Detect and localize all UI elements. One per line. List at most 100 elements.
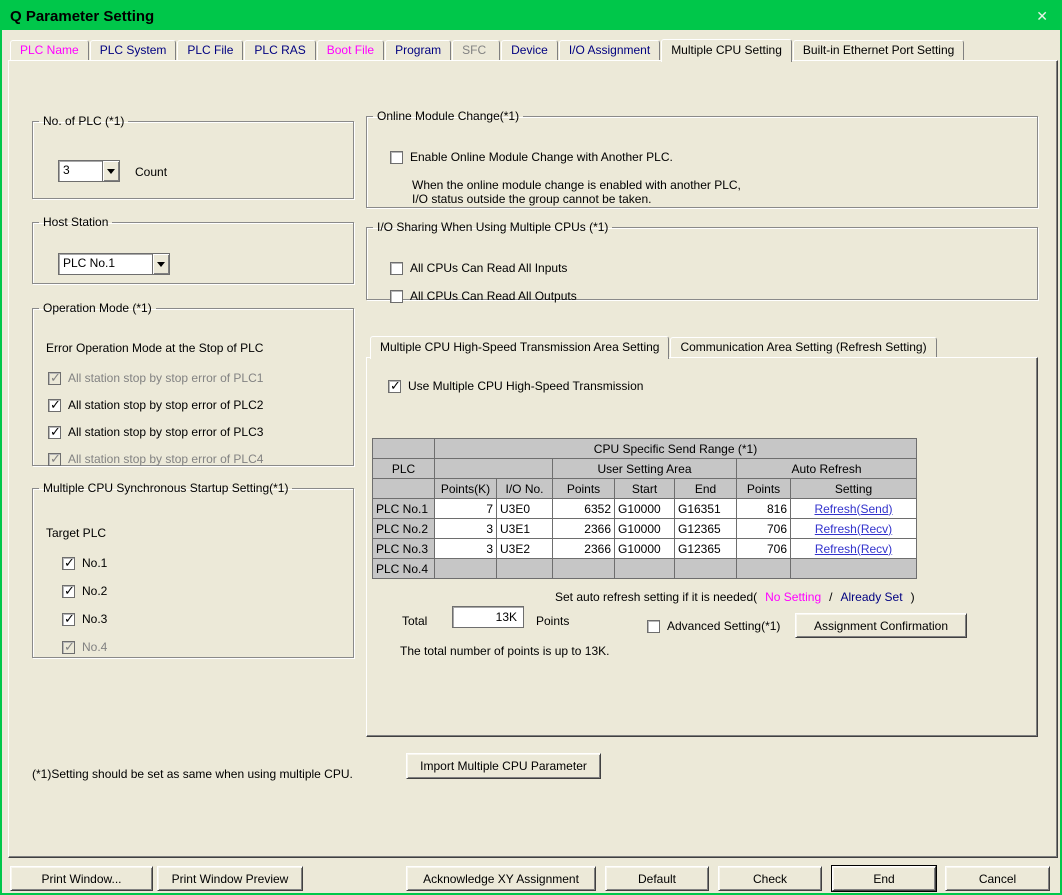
cancel-button[interactable]: Cancel (945, 866, 1050, 891)
total-points-field: 13K (452, 606, 524, 628)
tab-plc-ras[interactable]: PLC RAS (244, 40, 315, 60)
points-k-header: Points(K) (435, 479, 497, 499)
start-cell: G10000 (615, 499, 675, 519)
refresh-points-cell: 706 (737, 539, 791, 559)
assignment-confirmation-button[interactable]: Assignment Confirmation (795, 613, 967, 638)
group-operation-mode-legend: Operation Mode (*1) (39, 301, 156, 315)
table-header-row: PLC User Setting Area Auto Refresh (373, 459, 917, 479)
group-operation-mode: Operation Mode (*1) Error Operation Mode… (32, 301, 354, 466)
tab-sfc[interactable]: SFC (452, 40, 500, 60)
count-label: Count (135, 165, 167, 179)
tab-program[interactable]: Program (385, 40, 451, 60)
dropdown-arrow-icon (102, 161, 119, 181)
title-bar: Q Parameter Setting ✕ (2, 2, 1060, 30)
checkbox-label: All station stop by stop error of PLC4 (68, 452, 263, 466)
print-window-button[interactable]: Print Window... (10, 866, 153, 891)
table-row-plc1: PLC No.1 7 U3E0 6352 G10000 G16351 816 R… (373, 499, 917, 519)
table-header-row: CPU Specific Send Range (*1) (373, 439, 917, 459)
end-cell: G12365 (675, 519, 737, 539)
setting-header: Setting (791, 479, 917, 499)
checkbox-read-all-outputs[interactable]: All CPUs Can Read All Outputs (390, 289, 577, 303)
already-set-label: Already Set (841, 590, 903, 604)
setting-cell (791, 559, 917, 579)
tab-communication-area-setting[interactable]: Communication Area Setting (Refresh Sett… (670, 337, 936, 357)
table-row-plc3: PLC No.3 3 U3E2 2366 G10000 G12365 706 R… (373, 539, 917, 559)
end-button[interactable]: End (832, 866, 936, 891)
auto-refresh-note-pre: Set auto refresh setting if it is needed… (555, 590, 757, 604)
host-station-select[interactable]: PLC No.1 (58, 253, 170, 275)
io-no-header: I/O No. (497, 479, 553, 499)
checkbox-target-plc-no1[interactable]: No.1 (62, 556, 107, 570)
checkbox-stop-error-plc2[interactable]: All station stop by stop error of PLC2 (48, 398, 263, 412)
auto-refresh-note: Set auto refresh setting if it is needed… (555, 590, 915, 604)
group-sync-startup: Multiple CPU Synchronous Startup Setting… (32, 481, 354, 658)
checkbox-enable-online-module-change[interactable]: Enable Online Module Change with Another… (390, 150, 673, 164)
checkbox-box (647, 620, 660, 633)
io-no-cell: U3E1 (497, 519, 553, 539)
tab-plc-name[interactable]: PLC Name (10, 40, 89, 60)
error-operation-mode-label: Error Operation Mode at the Stop of PLC (46, 341, 263, 355)
checkbox-target-plc-no3[interactable]: No.3 (62, 612, 107, 626)
checkbox-target-plc-no2[interactable]: No.2 (62, 584, 107, 598)
user-setting-area-header: User Setting Area (553, 459, 737, 479)
refresh-recv-link[interactable]: Refresh(Recv) (815, 522, 892, 536)
checkbox-use-high-speed-transmission[interactable]: Use Multiple CPU High-Speed Transmission (388, 379, 643, 393)
acknowledge-xy-assignment-button[interactable]: Acknowledge XY Assignment (406, 866, 596, 891)
checkbox-label: No.4 (82, 640, 107, 654)
table-row-plc4: PLC No.4 (373, 559, 917, 579)
import-multiple-cpu-parameter-button[interactable]: Import Multiple CPU Parameter (406, 753, 601, 779)
end-header: End (675, 479, 737, 499)
auto-refresh-header: Auto Refresh (737, 459, 917, 479)
tab-device[interactable]: Device (501, 40, 558, 60)
close-icon[interactable]: ✕ (1036, 8, 1048, 25)
checkbox-read-all-inputs[interactable]: All CPUs Can Read All Inputs (390, 261, 567, 275)
group-sync-startup-legend: Multiple CPU Synchronous Startup Setting… (39, 481, 292, 495)
points-k-cell[interactable]: 3 (435, 539, 497, 559)
checkbox-box (48, 399, 61, 412)
window-title: Q Parameter Setting (10, 8, 154, 25)
points-header: Points (553, 479, 615, 499)
points-k-cell (435, 559, 497, 579)
checkbox-advanced-setting[interactable]: Advanced Setting(*1) (647, 619, 780, 633)
tab-boot-file[interactable]: Boot File (317, 40, 384, 60)
checkbox-stop-error-plc3[interactable]: All station stop by stop error of PLC3 (48, 425, 263, 439)
host-station-value: PLC No.1 (59, 254, 152, 274)
checkbox-stop-error-plc1[interactable]: All station stop by stop error of PLC1 (48, 371, 263, 385)
checkbox-box (62, 613, 75, 626)
points-k-cell[interactable]: 3 (435, 519, 497, 539)
refresh-send-link[interactable]: Refresh(Send) (814, 502, 892, 516)
checkbox-label: No.2 (82, 584, 107, 598)
default-button[interactable]: Default (605, 866, 709, 891)
refresh-points-header: Points (737, 479, 791, 499)
end-cell: G16351 (675, 499, 737, 519)
plc-name-cell: PLC No.1 (373, 499, 435, 519)
tab-io-assignment[interactable]: I/O Assignment (559, 40, 660, 60)
checkbox-stop-error-plc4[interactable]: All station stop by stop error of PLC4 (48, 452, 263, 466)
check-button[interactable]: Check (718, 866, 822, 891)
points-k-cell[interactable]: 7 (435, 499, 497, 519)
total-points-value: 13K (496, 610, 517, 624)
no-of-plc-select[interactable]: 3 (58, 160, 120, 182)
refresh-points-cell: 816 (737, 499, 791, 519)
checkbox-box (48, 453, 61, 466)
tab-high-speed-transmission-area[interactable]: Multiple CPU High-Speed Transmission Are… (370, 336, 669, 359)
checkbox-label: All station stop by stop error of PLC3 (68, 425, 263, 439)
auto-refresh-note-post: ) (911, 590, 915, 604)
tab-built-in-ethernet[interactable]: Built-in Ethernet Port Setting (793, 40, 964, 60)
start-cell: G10000 (615, 519, 675, 539)
checkbox-target-plc-no4[interactable]: No.4 (62, 640, 107, 654)
group-no-of-plc-legend: No. of PLC (*1) (39, 114, 128, 128)
multiple-cpu-footnote: (*1)Setting should be set as same when u… (32, 767, 353, 781)
tab-multiple-cpu-setting[interactable]: Multiple CPU Setting (661, 39, 792, 62)
print-window-preview-button[interactable]: Print Window Preview (157, 866, 303, 891)
main-tab-strip: PLC Name PLC System PLC File PLC RAS Boo… (10, 39, 965, 60)
points-cell: 2366 (553, 539, 615, 559)
refresh-points-cell (737, 559, 791, 579)
refresh-recv-link[interactable]: Refresh(Recv) (815, 542, 892, 556)
checkbox-box (62, 585, 75, 598)
io-no-cell (497, 559, 553, 579)
checkbox-label: No.3 (82, 612, 107, 626)
tab-plc-file[interactable]: PLC File (177, 40, 243, 60)
tab-plc-system[interactable]: PLC System (90, 40, 177, 60)
checkbox-label: Use Multiple CPU High-Speed Transmission (408, 379, 643, 393)
